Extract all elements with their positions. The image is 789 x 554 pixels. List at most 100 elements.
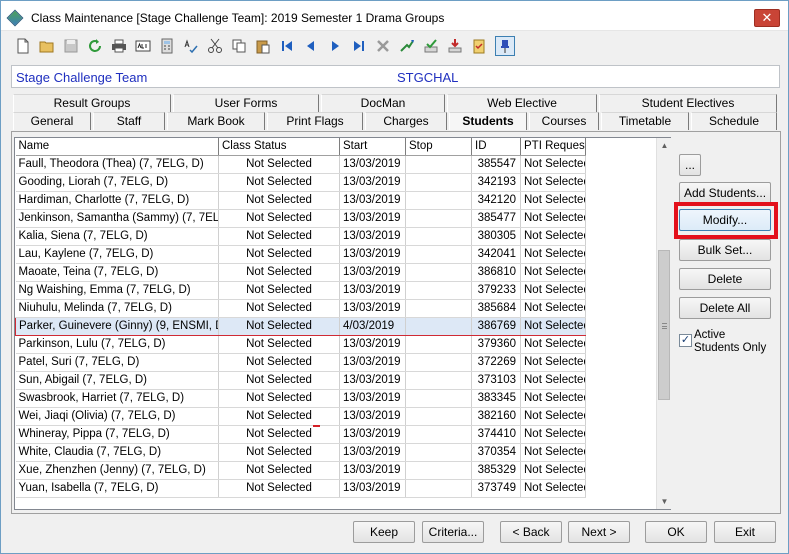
tab-timetable[interactable]: Timetable (601, 112, 689, 130)
column-header-id[interactable]: ID (471, 138, 521, 156)
cell-class-status: Not Selected (218, 425, 340, 444)
tab-general[interactable]: General (13, 112, 91, 130)
refresh-icon[interactable] (85, 36, 105, 56)
tab-mark-book[interactable]: Mark Book (167, 112, 265, 130)
table-row[interactable]: Niuhulu, Melinda (7, 7ELG, D) Not Selecte… (15, 299, 586, 318)
table-row[interactable]: Patel, Suri (7, 7ELG, D) Not Selected 13/0… (15, 353, 586, 372)
cell-stop (405, 155, 472, 174)
new-icon[interactable] (13, 36, 33, 56)
table-row[interactable]: Parker, Guinevere (Ginny) (9, ENSMI, D) N… (15, 316, 586, 336)
table-row[interactable]: Parkinson, Lulu (7, 7ELG, D) Not Selected… (15, 335, 586, 354)
back-button[interactable]: < Back (500, 521, 562, 543)
clipboard-check-icon[interactable] (469, 36, 489, 56)
tab-web-elective[interactable]: Web Elective (447, 94, 597, 112)
cell-name: Hardiman, Charlotte (7, 7ELG, D) (15, 191, 219, 210)
table-row[interactable]: Xue, Zhenzhen (Jenny) (7, 7ELG, D) Not Se… (15, 461, 586, 480)
import-icon[interactable] (445, 36, 465, 56)
table-row[interactable]: White, Claudia (7, 7ELG, D) Not Selected 1… (15, 443, 586, 462)
open-folder-icon[interactable] (37, 36, 57, 56)
cell-pti-request: Not Selected (520, 353, 586, 372)
table-row[interactable]: Ng Waishing, Emma (7, 7ELG, D) Not Select… (15, 281, 586, 300)
paste-icon[interactable] (253, 36, 273, 56)
column-header-stop[interactable]: Stop (405, 138, 472, 156)
cell-class-status: Not Selected (218, 316, 340, 336)
add-students-button[interactable]: Add Students... (679, 182, 771, 204)
cut-icon[interactable] (205, 36, 225, 56)
exit-button[interactable]: Exit (714, 521, 776, 543)
table-row[interactable]: Sun, Abigail (7, 7ELG, D) Not Selected 13/… (15, 371, 586, 390)
cell-name: Parker, Guinevere (Ginny) (9, ENSMI, D) (15, 316, 219, 336)
approve-icon[interactable] (421, 36, 441, 56)
table-row[interactable]: Wei, Jiaqi (Olivia) (7, 7ELG, D) Not Sele… (15, 407, 586, 426)
jump-icon[interactable] (397, 36, 417, 56)
print-icon[interactable] (109, 36, 129, 56)
tab-charges[interactable]: Charges (365, 112, 447, 130)
cell-id: 379233 (471, 281, 521, 300)
table-row[interactable]: Swasbrook, Harriet (7, 7ELG, D) Not Selec… (15, 389, 586, 408)
cell-class-status: Not Selected (218, 461, 340, 480)
ok-button[interactable]: OK (645, 521, 707, 543)
table-row[interactable]: Gooding, Liorah (7, 7ELG, D) Not Selected… (15, 173, 586, 192)
table-row[interactable]: Hardiman, Charlotte (7, 7ELG, D) Not Sele… (15, 191, 586, 210)
tab-schedule[interactable]: Schedule (691, 112, 777, 130)
tab-students[interactable]: Students (449, 112, 527, 130)
abl-icon[interactable] (133, 36, 153, 56)
cell-stop (405, 407, 472, 426)
toolbar (11, 33, 781, 61)
scroll-down-icon[interactable]: ▼ (657, 494, 672, 509)
table-row[interactable]: Whineray, Pippa (7, 7ELG, D) Not Selected… (15, 425, 586, 444)
tab-courses[interactable]: Courses (529, 112, 599, 130)
vertical-scrollbar[interactable]: ▲ ▼ (656, 138, 671, 509)
cell-id: 373103 (471, 371, 521, 390)
table-row[interactable]: Jenkinson, Samantha (Sammy) (7, 7ELG, Not… (15, 209, 586, 228)
column-header-class-status[interactable]: Class Status (218, 138, 340, 156)
column-header-pti-request[interactable]: PTI Request (520, 138, 586, 156)
column-header-start[interactable]: Start (339, 138, 406, 156)
table-row[interactable]: Faull, Theodora (Thea) (7, 7ELG, D) Not S… (15, 155, 586, 174)
tab-docman[interactable]: DocMan (321, 94, 445, 112)
pin-icon[interactable] (495, 36, 515, 56)
table-row[interactable]: Maoate, Teina (7, 7ELG, D) Not Selected 13… (15, 263, 586, 282)
cell-name: Niuhulu, Melinda (7, 7ELG, D) (15, 299, 219, 318)
first-record-icon[interactable] (277, 36, 297, 56)
close-button[interactable]: ✕ (754, 9, 780, 27)
table-row[interactable]: Yuan, Isabella (7, 7ELG, D) Not Selected 1… (15, 479, 586, 498)
criteria-button[interactable]: Criteria... (422, 521, 484, 543)
last-record-icon[interactable] (349, 36, 369, 56)
modify-button[interactable]: Modify... (679, 209, 771, 231)
previous-record-icon[interactable] (301, 36, 321, 56)
tab-print-flags[interactable]: Print Flags (267, 112, 363, 130)
scroll-thumb[interactable] (658, 250, 670, 400)
tab-staff[interactable]: Staff (93, 112, 165, 130)
delete-button[interactable]: Delete (679, 268, 771, 290)
cell-id: 342041 (471, 245, 521, 264)
delete-all-button[interactable]: Delete All (679, 297, 771, 319)
cell-id: 383345 (471, 389, 521, 408)
cell-name: Maoate, Teina (7, 7ELG, D) (15, 263, 219, 282)
tab-result-groups[interactable]: Result Groups (13, 94, 171, 112)
save-icon[interactable] (61, 36, 81, 56)
cell-start: 13/03/2019 (339, 443, 406, 462)
active-label-line2: Students Only (694, 342, 767, 354)
tab-student-electives[interactable]: Student Electives (599, 94, 777, 112)
bulk-set-button[interactable]: Bulk Set... (679, 239, 771, 261)
next-record-icon[interactable] (325, 36, 345, 56)
table-row[interactable]: Kalia, Siena (7, 7ELG, D) Not Selected 13/… (15, 227, 586, 246)
cell-start: 13/03/2019 (339, 335, 406, 354)
cell-pti-request: Not Selected (520, 407, 586, 426)
table-row[interactable]: Lau, Kaylene (7, 7ELG, D) Not Selected 13/… (15, 245, 586, 264)
checkbox-box[interactable]: ✓ (679, 334, 692, 347)
ellipsis-button[interactable]: ... (679, 154, 701, 176)
spell-check-icon[interactable] (181, 36, 201, 56)
column-header-name[interactable]: Name (15, 138, 219, 156)
cell-class-status: Not Selected (218, 443, 340, 462)
calculator-icon[interactable] (157, 36, 177, 56)
tab-user-forms[interactable]: User Forms (173, 94, 319, 112)
delete-icon[interactable] (373, 36, 393, 56)
cell-id: 385684 (471, 299, 521, 318)
next-button[interactable]: Next > (568, 521, 630, 543)
scroll-up-icon[interactable]: ▲ (657, 138, 672, 153)
keep-button[interactable]: Keep (353, 521, 415, 543)
cell-id: 385547 (471, 155, 521, 174)
copy-icon[interactable] (229, 36, 249, 56)
